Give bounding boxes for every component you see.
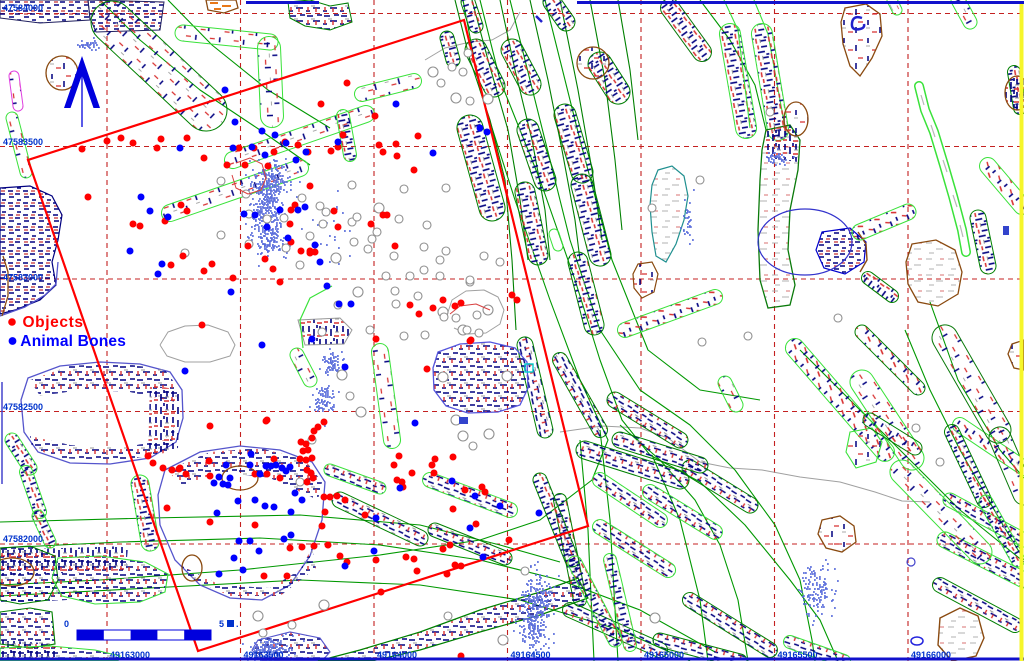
svg-text:5: 5 bbox=[219, 619, 224, 629]
svg-text:Objects: Objects bbox=[23, 314, 84, 331]
svg-text:.: . bbox=[236, 619, 239, 629]
svg-text:47584000: 47584000 bbox=[3, 3, 43, 13]
svg-text:47583000: 47583000 bbox=[3, 273, 43, 283]
svg-text:0: 0 bbox=[64, 619, 69, 629]
svg-text:47582500: 47582500 bbox=[3, 402, 43, 412]
svg-text:47582000: 47582000 bbox=[3, 534, 43, 544]
svg-text:Animal Bones: Animal Bones bbox=[20, 333, 126, 350]
svg-text:47583500: 47583500 bbox=[3, 137, 43, 147]
